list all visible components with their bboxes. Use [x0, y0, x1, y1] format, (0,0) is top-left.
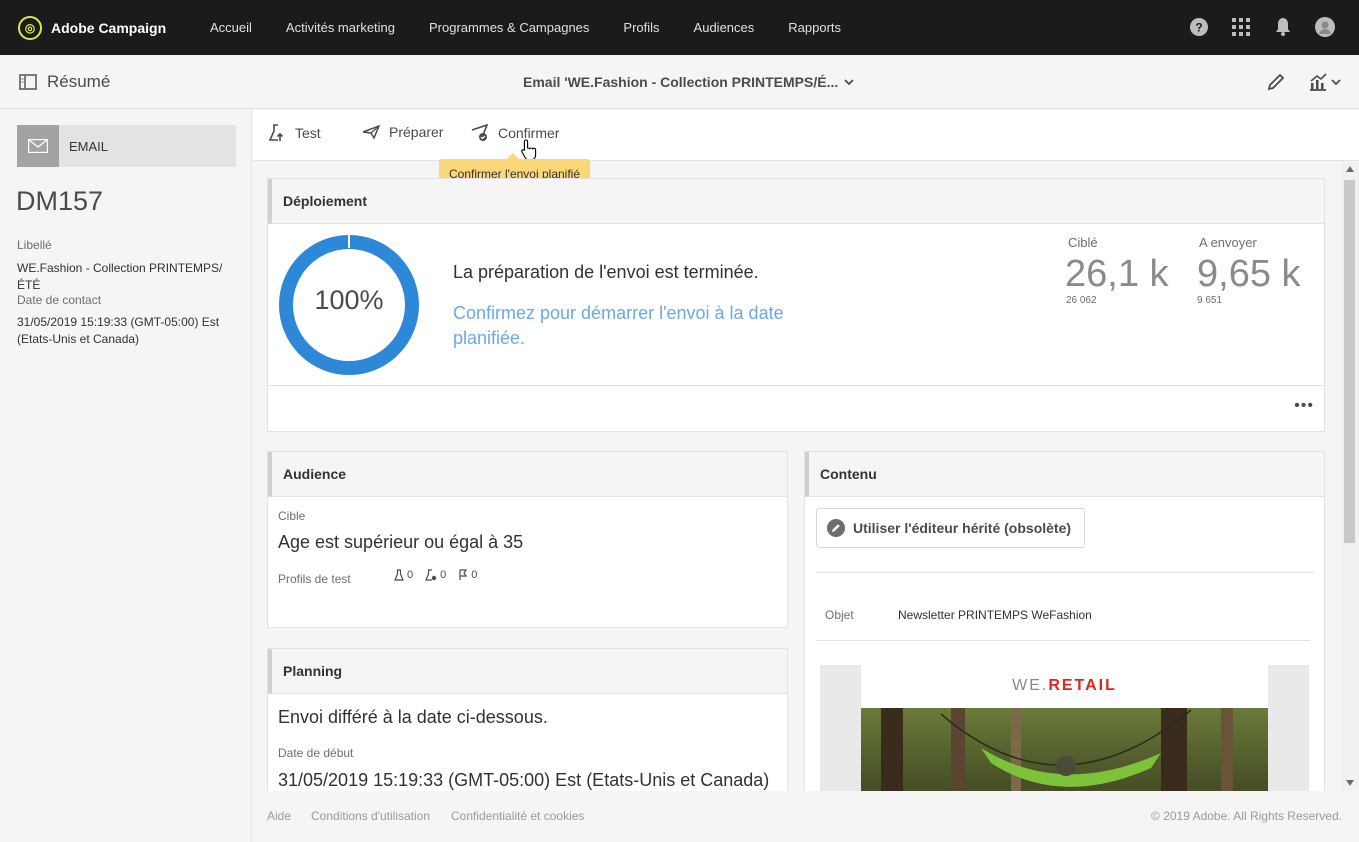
contact-date-value: 31/05/2019 15:19:33 (GMT-05:00) Est (Eta…	[17, 315, 220, 346]
brand-logo: WE.RETAIL	[861, 677, 1268, 695]
email-preview-page: WE.RETAIL	[861, 665, 1268, 810]
brand-prefix: WE.	[1012, 677, 1049, 694]
nav-item-profils[interactable]: Profils	[623, 20, 659, 35]
summary-toggle-button[interactable]: Résumé	[19, 72, 110, 92]
flask-icon	[268, 124, 284, 141]
targeted-exact: 26 062	[1066, 295, 1097, 306]
nav-item-audiences[interactable]: Audiences	[694, 20, 755, 35]
flask-icon	[394, 569, 404, 581]
libelle-value: WE.Fashion - Collection PRINTEMPS/ÉTÉ	[17, 261, 223, 292]
scroll-down-icon[interactable]	[1346, 780, 1354, 786]
footer-privacy-link[interactable]: Confidentialité et cookies	[451, 809, 584, 823]
panel-icon	[19, 74, 37, 90]
test-label: Test	[295, 125, 321, 141]
scrollbar-thumb[interactable]	[1344, 180, 1355, 543]
scroll-up-icon[interactable]	[1346, 166, 1354, 172]
main-scrollbar[interactable]	[1341, 162, 1359, 791]
to-send-exact: 9 651	[1197, 295, 1223, 306]
flask-user-count: 0	[440, 569, 447, 581]
planning-mode: Envoi différé à la date ci-dessous.	[278, 707, 548, 727]
footer-copyright: © 2019 Adobe. All Rights Reserved.	[1151, 809, 1342, 823]
nav-item-activites-marketing[interactable]: Activités marketing	[286, 20, 395, 35]
channel-label: EMAIL	[69, 138, 109, 154]
start-date-label: Date de début	[278, 746, 354, 760]
flag-count: 0	[471, 569, 478, 581]
chart-icon	[1310, 73, 1327, 91]
delivery-code: DM157	[16, 186, 104, 216]
page-header-bar: Résumé Email 'WE.Fashion - Collection PR…	[0, 55, 1359, 109]
summary-label: Résumé	[47, 72, 111, 91]
adobe-campaign-logo-icon: ◎	[18, 15, 42, 40]
top-navigation: ◎ Adobe Campaign Accueil Activités marke…	[0, 0, 1359, 55]
app-name: Adobe Campaign	[51, 19, 167, 36]
flask-user-icon	[425, 569, 437, 581]
target-value: Age est supérieur ou égal à 35	[278, 532, 524, 552]
divider	[816, 640, 1310, 641]
subject-label: Objet	[825, 608, 854, 622]
start-date-value: 31/05/2019 15:19:33 (GMT-05:00) Est (Eta…	[278, 770, 770, 790]
action-toolbar: Test Préparer Confirmer	[253, 110, 1359, 161]
flask-count: 0	[407, 569, 414, 581]
user-avatar-icon[interactable]	[1315, 17, 1335, 37]
content-card: Contenu Utiliser l'éditeur hérité (obsol…	[804, 451, 1325, 811]
legacy-editor-button[interactable]: Utiliser l'éditeur hérité (obsolète)	[816, 508, 1085, 548]
to-send-label: A envoyer	[1199, 235, 1257, 250]
targeted-label: Ciblé	[1068, 235, 1098, 250]
nav-item-programmes-campagnes[interactable]: Programmes & Campagnes	[429, 20, 589, 35]
deployment-title: Déploiement	[268, 179, 1324, 224]
content-title: Contenu	[805, 452, 1324, 497]
apps-grid-icon[interactable]	[1231, 17, 1251, 37]
footer-terms-link[interactable]: Conditions d'utilisation	[311, 809, 430, 823]
chevron-down-icon	[844, 78, 854, 85]
summary-sidebar: EMAIL DM157 Libellé WE.Fashion - Collect…	[0, 110, 252, 842]
flag-icon	[459, 569, 468, 580]
confirm-start-link[interactable]: Confirmez pour démarrer l'envoi à la dat…	[453, 301, 813, 351]
app-logo[interactable]: ◎ Adobe Campaign	[18, 15, 208, 40]
document-title-dropdown[interactable]: Email 'WE.Fashion - Collection PRINTEMPS…	[523, 74, 854, 90]
planning-title: Planning	[268, 649, 787, 694]
nav-item-rapports[interactable]: Rapports	[788, 20, 841, 35]
help-icon[interactable]: ?	[1189, 17, 1209, 37]
divider	[816, 572, 1314, 573]
more-options-button[interactable]: •••	[1294, 397, 1314, 415]
envelope-icon	[17, 125, 59, 167]
send-check-icon	[471, 124, 489, 141]
edit-pencil-icon[interactable]	[1266, 72, 1286, 92]
legacy-editor-label: Utiliser l'éditeur hérité (obsolète)	[853, 520, 1072, 536]
reports-dropdown[interactable]	[1308, 72, 1341, 92]
libelle-label: Libellé	[17, 238, 52, 252]
bell-icon[interactable]	[1273, 17, 1293, 37]
paper-plane-icon	[362, 124, 380, 140]
pencil-circle-icon	[827, 519, 845, 537]
target-label: Cible	[278, 509, 306, 523]
chevron-down-icon	[1331, 78, 1341, 85]
test-profile-counts: 0 0 0	[394, 569, 477, 581]
document-title: Email 'WE.Fashion - Collection PRINTEMPS…	[523, 74, 839, 90]
test-button[interactable]: Test	[268, 124, 321, 142]
divider	[268, 385, 1324, 386]
prepare-label: Préparer	[389, 124, 444, 140]
email-preview: WE.RETAIL	[820, 665, 1309, 810]
footer-help-link[interactable]: Aide	[267, 809, 291, 823]
svg-text:?: ?	[1195, 21, 1202, 35]
to-send-value: 9,65 k	[1197, 253, 1301, 295]
test-profiles-label: Profils de test	[278, 572, 351, 586]
planning-card: Planning Envoi différé à la date ci-dess…	[267, 648, 788, 808]
audience-title: Audience	[268, 452, 787, 497]
progress-percent: 100%	[314, 285, 384, 315]
brand-suffix: RETAIL	[1048, 677, 1117, 694]
audience-card: Audience Cible Age est supérieur ou égal…	[267, 451, 788, 628]
deployment-card: Déploiement 100% La préparation de l'env…	[267, 178, 1325, 432]
nav-item-accueil[interactable]: Accueil	[210, 20, 252, 35]
preparation-status: La préparation de l'envoi est terminée.	[453, 262, 759, 282]
main-menu: Accueil Activités marketing Programmes &…	[210, 20, 875, 35]
prepare-button[interactable]: Préparer	[362, 124, 443, 140]
confirm-button[interactable]: Confirmer	[471, 124, 559, 142]
subject-value: Newsletter PRINTEMPS WeFashion	[898, 608, 1092, 622]
targeted-value: 26,1 k	[1065, 253, 1169, 295]
channel-badge: EMAIL	[17, 125, 236, 167]
page-footer: Aide Conditions d'utilisation Confidenti…	[253, 791, 1359, 842]
contact-date-label: Date de contact	[17, 293, 102, 307]
